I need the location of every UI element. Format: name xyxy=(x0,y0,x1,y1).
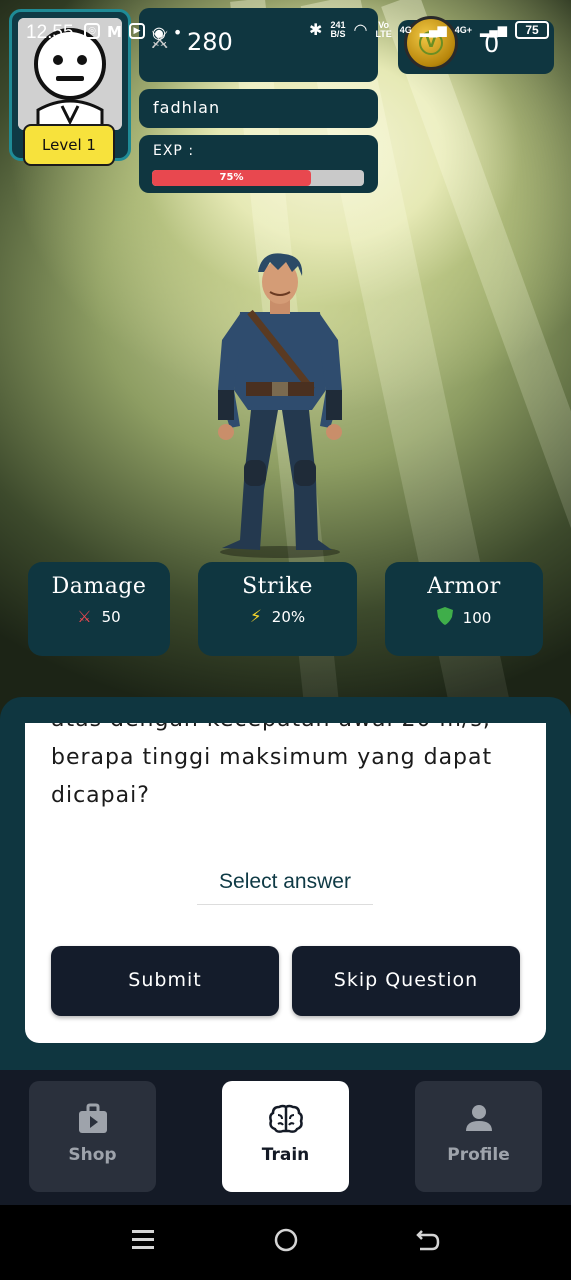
stat-value-strike: 20% xyxy=(271,608,306,626)
recent-apps-button[interactable] xyxy=(131,1227,155,1257)
stat-title-strike: Strike xyxy=(242,574,313,599)
wifi-icon: ◠ xyxy=(353,22,368,39)
exp-progress-fill: 75% xyxy=(152,170,311,186)
status-time: 12.55 xyxy=(26,22,74,43)
gmail-icon: M xyxy=(107,23,122,41)
instagram-icon: ◎ xyxy=(84,23,100,39)
submit-button[interactable]: Submit xyxy=(51,946,279,1016)
lightning-icon: ⚡ xyxy=(249,607,262,627)
stat-value-armor: 100 xyxy=(462,609,492,627)
dot-icon: • xyxy=(172,23,183,42)
player-name: fadhlan xyxy=(153,98,221,117)
battery-indicator: 75 xyxy=(515,21,549,39)
nav-shop[interactable]: Shop xyxy=(29,1081,156,1192)
sword-icon: ⚔ xyxy=(77,607,92,626)
person-icon xyxy=(415,1103,542,1137)
exp-box: EXP : 75% xyxy=(139,135,378,193)
skip-question-button[interactable]: Skip Question xyxy=(292,946,520,1016)
answer-select[interactable]: Select answer xyxy=(197,863,373,905)
player-name-box: fadhlan xyxy=(139,89,378,128)
volte-indicator: Vo LTE xyxy=(375,20,392,39)
shop-bag-icon xyxy=(29,1103,156,1137)
exp-progress-bar: 75% xyxy=(152,170,364,186)
network-4g-plus: 4G+ xyxy=(454,24,473,35)
nav-profile[interactable]: Profile xyxy=(415,1081,542,1192)
back-button[interactable] xyxy=(416,1227,440,1257)
home-button[interactable] xyxy=(273,1227,299,1257)
question-panel: atas dengan kecepatan awal 20 m/s, berap… xyxy=(0,697,571,1075)
stat-card-strike: Strike ⚡ 20% xyxy=(198,562,357,656)
system-navigation-bar xyxy=(0,1205,571,1280)
nav-train[interactable]: Train xyxy=(222,1081,349,1192)
status-bar: 12.55 ◎ M ▶ ◉ • ✱ 241 B/S ◠ Vo LTE 4G ▂▄▆ … xyxy=(0,14,571,50)
stat-card-armor: Armor 100 xyxy=(385,562,543,656)
question-card[interactable]: atas dengan kecepatan awal 20 m/s, berap… xyxy=(25,723,546,1043)
character-sprite xyxy=(200,250,360,560)
stat-value-damage: 50 xyxy=(101,607,121,626)
stat-title-damage: Damage xyxy=(51,574,147,599)
whatsapp-icon: ◉ xyxy=(151,23,166,42)
brain-icon xyxy=(222,1103,349,1137)
signal-icon: ▂▄▆ xyxy=(419,23,447,37)
level-badge: Level 1 xyxy=(23,124,115,166)
bluetooth-icon: ✱ xyxy=(309,22,323,39)
network-speed: 241 B/S xyxy=(330,20,346,39)
stat-title-armor: Armor xyxy=(427,574,501,599)
question-text: atas dengan kecepatan awal 20 m/s, berap… xyxy=(51,723,493,808)
notification-icons: ◎ M ▶ ◉ • xyxy=(84,23,182,42)
shield-icon xyxy=(436,607,453,629)
network-4g: 4G xyxy=(399,24,412,35)
stat-card-damage: Damage ⚔ 50 xyxy=(28,562,170,656)
signal-icon-2: ▂▄▆ xyxy=(480,23,507,37)
exp-label: EXP : xyxy=(153,143,195,159)
youtube-icon: ▶ xyxy=(128,23,145,39)
bottom-navigation: Shop Train Profile xyxy=(0,1070,571,1205)
